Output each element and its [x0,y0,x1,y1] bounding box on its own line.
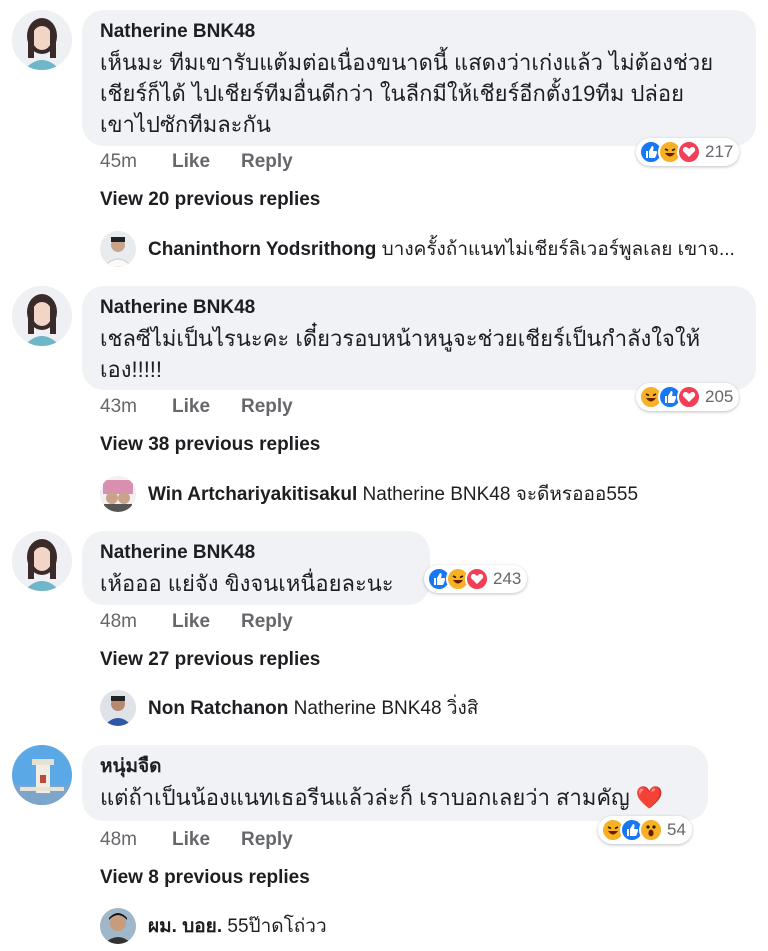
commenter-avatar[interactable] [12,286,72,346]
comment-timestamp[interactable]: 45m [100,151,172,173]
comment-author[interactable]: Natherine BNK48 [100,20,738,44]
comment-text: เห้อออ แย่จัง ขิงจนเหนื่อยละนะ [100,571,394,596]
replier-name[interactable]: Non Ratchanon [148,698,288,719]
comment-timestamp[interactable]: 43m [100,396,172,418]
reply-text: Chaninthorn Yodsrithong บางครั้งถ้าแนทไม… [148,234,735,264]
latest-reply[interactable]: ผม. บอย. 55ป๊าดโถ่วว [100,908,760,944]
replier-avatar[interactable] [100,908,136,944]
replier-name[interactable]: Win Artchariyakitisakul [148,484,357,505]
comment-text: เห็นมะ ทีมเขารับแต้มต่อเนื่องขนาดนี้ แสด… [100,50,714,137]
comment-author[interactable]: Natherine BNK48 [100,296,738,320]
reaction-summary[interactable]: 217 [636,138,740,166]
comment-actions: 48m Like Reply [100,829,293,851]
reaction-count: 54 [667,820,686,839]
like-button[interactable]: Like [172,611,241,633]
replier-avatar[interactable] [100,476,136,512]
reaction-count: 217 [705,142,734,161]
latest-reply[interactable]: Win Artchariyakitisakul Natherine BNK48 … [100,476,760,512]
reaction-summary[interactable]: 243 [424,565,528,593]
reply-text: Win Artchariyakitisakul Natherine BNK48 … [148,479,638,509]
reply-snippet: Natherine BNK48 วิ่งสิ [293,698,479,719]
reaction-count: 243 [493,569,522,588]
reaction-summary[interactable]: 54 [598,816,692,844]
view-previous-replies-link[interactable]: View 20 previous replies [100,189,320,211]
like-button[interactable]: Like [172,151,241,173]
love-reaction-icon [677,385,701,409]
comment-bubble: Natherine BNK48 เห็นมะ ทีมเขารับแต้มต่อเ… [82,10,756,146]
replier-name[interactable]: Chaninthorn Yodsrithong [148,239,376,260]
comment-bubble: Natherine BNK48 เห้อออ แย่จัง ขิงจนเหนื่… [82,531,430,605]
reply-text: ผม. บอย. 55ป๊าดโถ่วว [148,911,327,941]
comment-actions: 43m Like Reply [100,396,293,418]
reply-button[interactable]: Reply [241,396,293,418]
replier-name[interactable]: ผม. บอย. [148,916,222,937]
wow-reaction-icon [639,818,663,842]
love-reaction-icon [465,567,489,591]
comment-timestamp[interactable]: 48m [100,829,172,851]
latest-reply[interactable]: Non Ratchanon Natherine BNK48 วิ่งสิ [100,690,760,726]
reply-button[interactable]: Reply [241,151,293,173]
comment-actions: 48m Like Reply [100,611,293,633]
comment-text: แต่ถ้าเป็นน้องแนทเธอรีนแล้วล่ะก็ เราบอกเ… [100,785,664,810]
reply-text: Non Ratchanon Natherine BNK48 วิ่งสิ [148,693,478,723]
reply-button[interactable]: Reply [241,829,293,851]
comment-timestamp[interactable]: 48m [100,611,172,633]
reply-snippet: บางครั้งถ้าแนทไม่เชียร์ลิเวอร์พูลเลย เขา… [381,239,735,260]
view-previous-replies-link[interactable]: View 8 previous replies [100,867,310,889]
replier-avatar[interactable] [100,690,136,726]
like-button[interactable]: Like [172,396,241,418]
like-button[interactable]: Like [172,829,241,851]
love-reaction-icon [677,140,701,164]
comment-bubble: Natherine BNK48 เชลซีไม่เป็นไรนะคะ เดี๋ย… [82,286,756,390]
comment-text: เชลซีไม่เป็นไรนะคะ เดี๋ยวรอบหน้าหนูจะช่ว… [100,326,701,382]
comment-author[interactable]: Natherine BNK48 [100,541,412,565]
comment-author[interactable]: หนุ่มจืด [100,755,690,779]
commenter-avatar[interactable] [12,531,72,591]
reply-snippet: Natherine BNK48 จะดีหรอออ555 [362,484,639,505]
view-previous-replies-link[interactable]: View 27 previous replies [100,649,320,671]
commenter-avatar[interactable] [12,745,72,805]
comment-actions: 45m Like Reply [100,151,293,173]
latest-reply[interactable]: Chaninthorn Yodsrithong บางครั้งถ้าแนทไม… [100,231,760,267]
commenter-avatar[interactable] [12,10,72,70]
reply-button[interactable]: Reply [241,611,293,633]
replier-avatar[interactable] [100,231,136,267]
reaction-summary[interactable]: 205 [636,383,740,411]
reply-snippet: 55ป๊าดโถ่วว [227,916,327,937]
view-previous-replies-link[interactable]: View 38 previous replies [100,434,320,456]
reaction-count: 205 [705,387,734,406]
comment-bubble: หนุ่มจืด แต่ถ้าเป็นน้องแนทเธอรีนแล้วล่ะก… [82,745,708,821]
